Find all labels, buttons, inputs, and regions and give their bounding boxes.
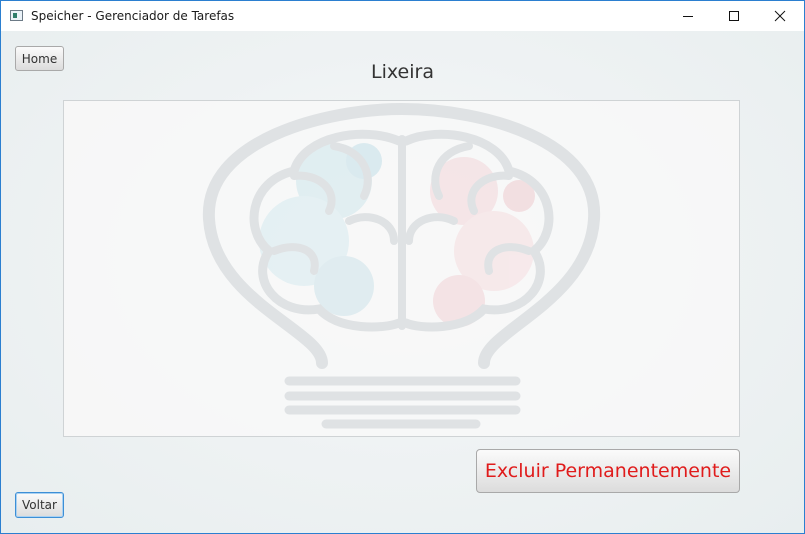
page-title: Lixeira (371, 61, 434, 83)
close-icon (774, 10, 786, 22)
app-window: Speicher - Gerenciador de Tarefas Home L… (0, 0, 805, 534)
minimize-icon (683, 16, 693, 17)
title-bar[interactable]: Speicher - Gerenciador de Tarefas (1, 1, 804, 31)
maximize-button[interactable] (711, 1, 757, 31)
window-title: Speicher - Gerenciador de Tarefas (31, 9, 235, 23)
close-button[interactable] (757, 1, 803, 31)
lightbulb-brain-icon (202, 102, 601, 429)
maximize-icon (729, 11, 739, 21)
app-icon (10, 10, 23, 21)
back-button[interactable]: Voltar (15, 492, 64, 518)
trash-list[interactable] (63, 100, 740, 437)
main-content: Home Lixeira Excluir Permanentemente Vol… (1, 31, 804, 533)
minimize-button[interactable] (665, 1, 711, 31)
delete-permanently-button[interactable]: Excluir Permanentemente (476, 449, 740, 493)
